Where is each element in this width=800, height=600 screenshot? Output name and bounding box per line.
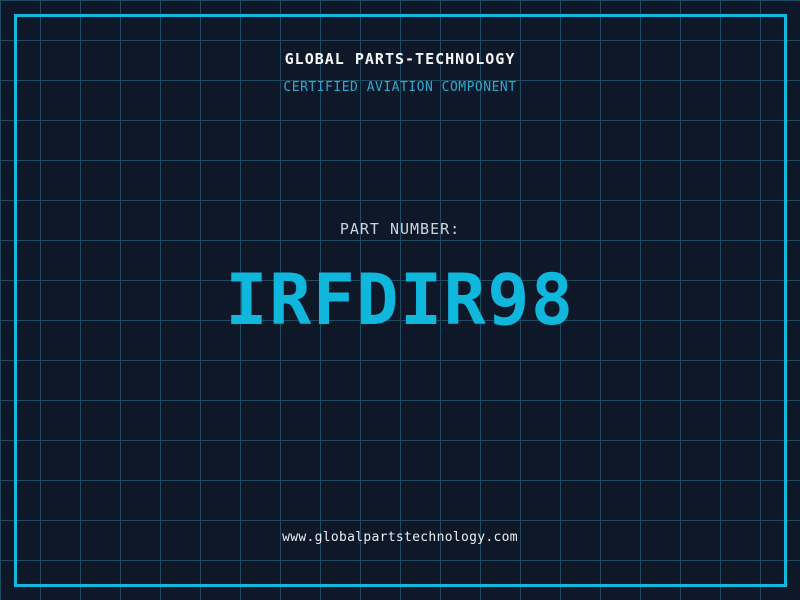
company-name: GLOBAL PARTS-TECHNOLOGY [284, 50, 516, 68]
certification-subtitle: CERTIFIED AVIATION COMPONENT [283, 80, 517, 95]
grid-background: GLOBAL PARTS-TECHNOLOGY CERTIFIED AVIATI… [0, 0, 800, 600]
part-number-value: IRFDIR98 [225, 259, 575, 341]
part-number-label: PART NUMBER: [339, 220, 461, 238]
website-url: www.globalpartstechnology.com [282, 530, 518, 545]
